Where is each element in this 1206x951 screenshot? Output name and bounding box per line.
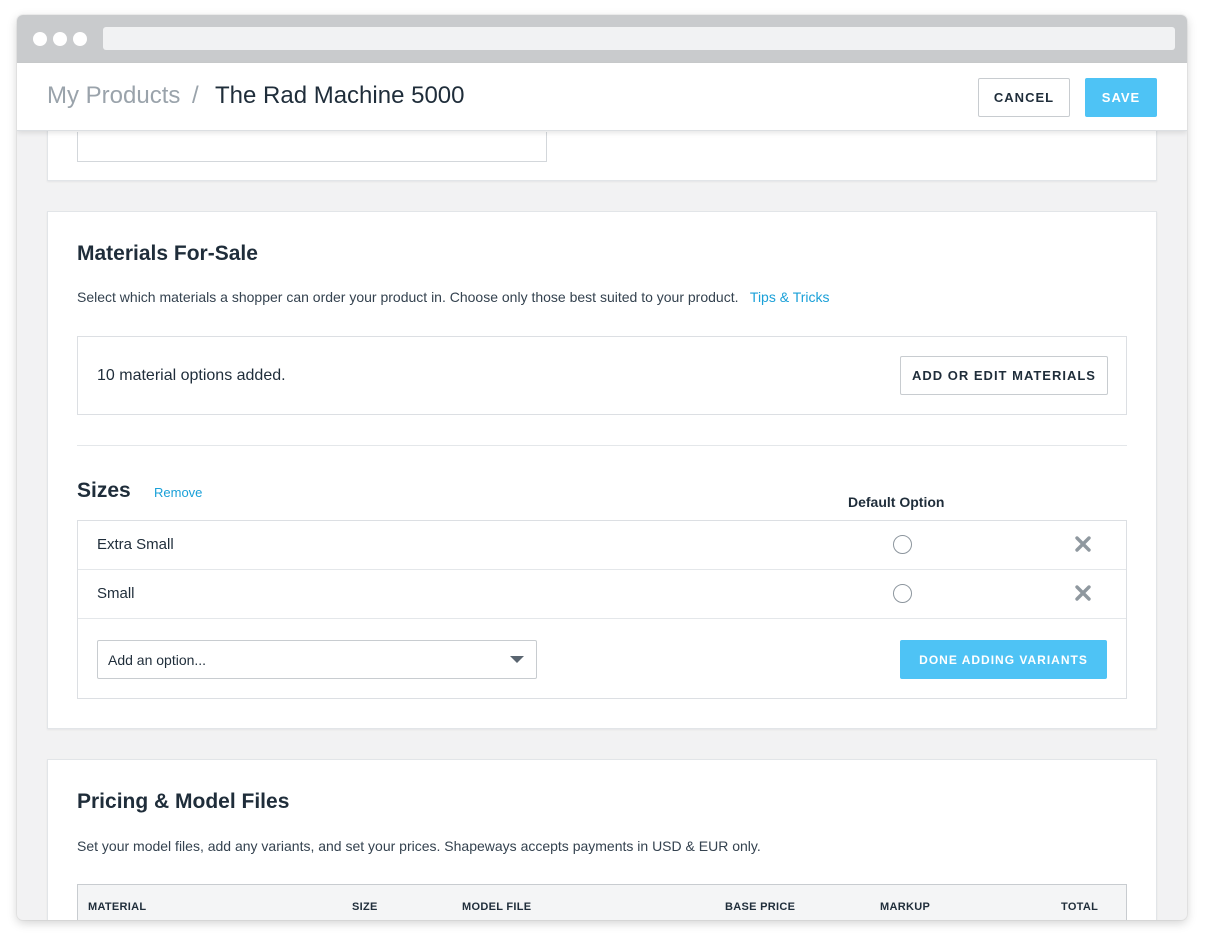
materials-title: Materials For-Sale <box>77 242 258 265</box>
main-content[interactable]: Materials For-Sale Select which material… <box>17 131 1187 920</box>
remove-size-x-icon[interactable] <box>1073 534 1093 554</box>
address-bar[interactable] <box>103 27 1175 50</box>
default-option-header: Default Option <box>848 494 945 510</box>
add-edit-materials-button[interactable]: ADD OR EDIT MATERIALS <box>900 356 1108 395</box>
window-minimize-dot[interactable] <box>53 32 67 46</box>
sizes-table: Extra Small Small Add an option... DONE … <box>77 520 1127 699</box>
size-option-label: Extra Small <box>97 536 174 553</box>
chevron-down-icon <box>510 656 524 663</box>
cancel-button[interactable]: CANCEL <box>978 78 1070 117</box>
breadcrumb-my-products[interactable]: My Products <box>47 82 180 110</box>
size-row-extra-small: Extra Small <box>78 521 1126 570</box>
default-option-radio[interactable] <box>893 584 912 603</box>
size-row-small: Small <box>78 570 1126 619</box>
previous-section-card <box>47 131 1157 181</box>
column-header-size: SIZE <box>352 901 378 913</box>
browser-chrome <box>17 15 1187 63</box>
page-title: The Rad Machine 5000 <box>215 82 465 109</box>
column-header-model-file: MODEL FILE <box>462 901 532 913</box>
sizes-title: Sizes <box>77 479 131 502</box>
materials-description: Select which materials a shopper can ord… <box>77 289 739 305</box>
window-maximize-dot[interactable] <box>73 32 87 46</box>
materials-description-line: Select which materials a shopper can ord… <box>77 289 830 305</box>
pricing-title: Pricing & Model Files <box>77 790 290 813</box>
sizes-remove-link[interactable]: Remove <box>154 485 202 500</box>
column-header-total: TOTAL <box>1061 901 1099 913</box>
pricing-table-header: MATERIAL SIZE MODEL FILE BASE PRICE MARK… <box>77 884 1127 920</box>
column-header-material: MATERIAL <box>88 901 147 913</box>
breadcrumb-separator: / <box>192 82 199 109</box>
default-option-radio[interactable] <box>893 535 912 554</box>
done-adding-variants-button[interactable]: DONE ADDING VARIANTS <box>900 640 1107 679</box>
browser-window: My Products / The Rad Machine 5000 CANCE… <box>17 15 1187 920</box>
column-header-base-price: BASE PRICE <box>725 901 796 913</box>
column-header-markup: MARKUP <box>880 901 931 913</box>
remove-size-x-icon[interactable] <box>1073 583 1093 603</box>
pricing-description: Set your model files, add any variants, … <box>77 838 761 854</box>
previous-section-input[interactable] <box>77 132 547 162</box>
add-option-select[interactable]: Add an option... <box>97 640 537 679</box>
app-header: My Products / The Rad Machine 5000 CANCE… <box>17 63 1187 131</box>
size-option-label: Small <box>97 585 135 602</box>
window-close-dot[interactable] <box>33 32 47 46</box>
save-button[interactable]: SAVE <box>1085 78 1157 117</box>
tips-tricks-link[interactable]: Tips & Tricks <box>750 289 830 305</box>
materials-summary-box: 10 material options added. ADD OR EDIT M… <box>77 336 1127 415</box>
add-option-placeholder: Add an option... <box>108 652 207 668</box>
pricing-card: Pricing & Model Files Set your model fil… <box>47 759 1157 920</box>
section-divider <box>77 445 1127 446</box>
materials-count: 10 material options added. <box>97 367 286 384</box>
materials-card: Materials For-Sale Select which material… <box>47 211 1157 729</box>
